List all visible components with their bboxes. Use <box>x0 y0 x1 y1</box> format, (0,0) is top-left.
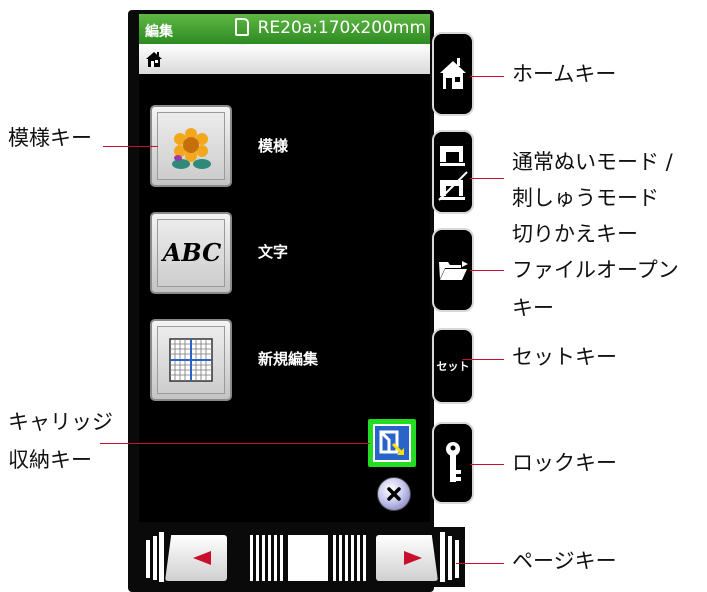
page-scroll-edge-right <box>440 532 459 582</box>
leader-file-open-key <box>470 270 504 271</box>
text-button-face: ABC <box>157 219 225 287</box>
page-prev-button[interactable] <box>165 535 227 581</box>
leader-carriage-key <box>100 443 370 444</box>
file-open-key[interactable] <box>432 228 474 312</box>
leader-pattern-key <box>103 146 158 147</box>
carriage-storage-button[interactable] <box>368 419 416 467</box>
annotation-carriage-key-1: キャリッジ <box>8 410 113 434</box>
pattern-button[interactable] <box>150 105 232 187</box>
annotation-file-open-2: キー <box>512 296 554 320</box>
annotation-lock-key: ロックキー <box>512 451 617 475</box>
carriage-button-face <box>373 424 411 462</box>
annotation-mode-key-3: 切りかえキー <box>512 222 638 246</box>
house-icon <box>440 58 466 89</box>
set-key[interactable]: セット <box>432 328 474 404</box>
leader-mode-key <box>470 178 504 179</box>
abc-glyph: ABC <box>162 238 222 267</box>
house-icon <box>146 52 162 67</box>
set-key-label: セット <box>436 360 470 373</box>
hoop-size-label: RE20a:170x200mm <box>257 18 426 38</box>
text-label: 文字 <box>258 243 289 261</box>
pattern-button-face <box>157 112 225 180</box>
annotation-set-key: セットキー <box>512 345 617 369</box>
close-icon <box>387 487 401 501</box>
lock-key[interactable] <box>432 422 474 504</box>
home-key[interactable] <box>432 32 474 116</box>
key-icon <box>446 442 461 482</box>
text-button[interactable]: ABC <box>150 212 232 294</box>
close-button[interactable] <box>377 477 411 511</box>
arrow-left-icon <box>193 551 211 565</box>
flower-icon <box>172 128 211 169</box>
title-edit-label: 編集 <box>145 24 173 40</box>
new-edit-label: 新規編集 <box>258 350 319 368</box>
annotation-file-open-1: ファイルオープン <box>512 258 679 282</box>
page-next-button[interactable] <box>376 535 438 581</box>
arrow-right-icon <box>404 551 422 565</box>
page-scroll-edge-left <box>146 532 164 582</box>
annotation-carriage-key-2: 収納キー <box>8 448 92 472</box>
sewing-machine-icon <box>438 146 468 201</box>
leader-lock-key <box>470 464 504 465</box>
annotation-page-key: ページキー <box>512 549 617 573</box>
annotation-pattern-key: 模様キー <box>8 126 92 150</box>
folder-open-icon <box>439 261 468 280</box>
new-edit-button-face <box>157 326 225 394</box>
grid-icon <box>169 338 213 382</box>
mode-switch-key[interactable] <box>432 130 474 214</box>
annotation-home-key: ホームキー <box>512 62 617 86</box>
page-indicator <box>250 535 366 581</box>
pattern-label: 模様 <box>258 137 289 155</box>
document-icon <box>235 18 249 36</box>
carriage-icon <box>379 430 405 456</box>
leader-set-key <box>462 359 504 360</box>
new-edit-button[interactable] <box>150 319 232 401</box>
annotation-mode-key-1: 通常ぬいモード / <box>512 150 673 174</box>
title-bar: 編集 RE20a:170x200mm <box>139 14 430 44</box>
leader-page-key <box>456 563 504 564</box>
annotation-mode-key-2: 刺しゅうモード <box>512 186 659 210</box>
leader-home-key <box>470 76 504 77</box>
breadcrumb-bar <box>139 44 430 74</box>
